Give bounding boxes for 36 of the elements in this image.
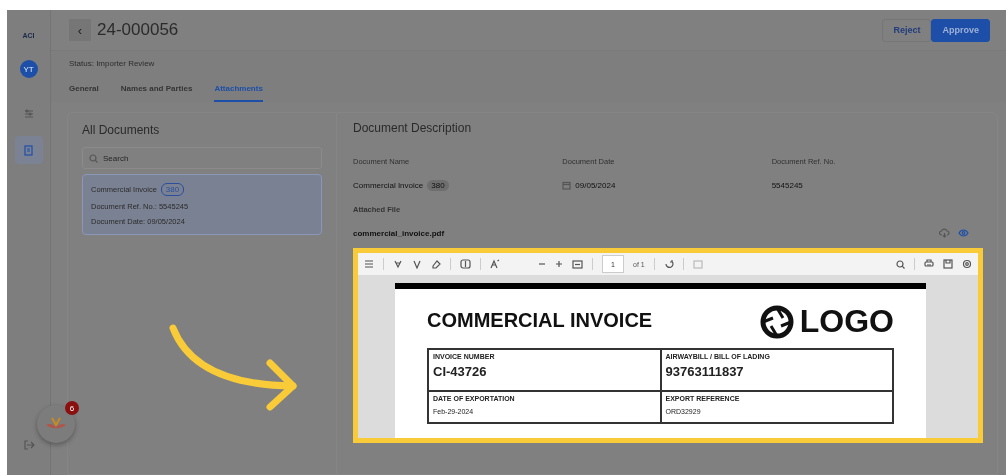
aperture-logo-icon (759, 304, 794, 339)
document-icon (24, 144, 33, 156)
logo-text: LOGO (799, 303, 894, 340)
calendar-icon (562, 181, 572, 190)
search-icon[interactable] (896, 259, 905, 269)
cell-value: 93763111837 (665, 364, 745, 379)
print-icon[interactable] (924, 259, 934, 269)
tab[interactable]: General (69, 78, 99, 102)
back-button[interactable]: ‹ (69, 19, 91, 41)
cell-value: CI-43726 (433, 364, 488, 379)
tab[interactable]: Names and Parties (120, 78, 193, 102)
approve-button[interactable]: Approve (931, 18, 990, 42)
tab[interactable]: Attachments (214, 78, 263, 102)
text-box-icon[interactable] (460, 259, 471, 269)
reject-button[interactable]: Reject (882, 18, 932, 42)
read-aloud-icon[interactable] (490, 259, 500, 269)
code-badge: 380 (427, 180, 449, 191)
search-field[interactable]: Search (82, 147, 322, 169)
page-title: 24-000056 (97, 20, 180, 40)
settings-icon[interactable] (962, 259, 972, 269)
notification-badge: 6 (65, 401, 79, 415)
rotate-icon[interactable] (663, 259, 674, 269)
file-name: commercial_invoice.pdf (353, 228, 445, 238)
sliders-icon (23, 109, 34, 119)
eraser-icon[interactable] (431, 259, 441, 269)
panel-title: All Documents (82, 123, 161, 137)
search-icon (89, 154, 98, 163)
save-icon[interactable] (943, 259, 953, 269)
status-text: Status: Importer Review (69, 58, 156, 70)
zoom-out-icon[interactable] (538, 260, 546, 268)
zoom-in-icon[interactable] (555, 260, 563, 268)
user-avatar[interactable]: YT (19, 60, 38, 78)
fit-page-icon[interactable] (572, 259, 583, 269)
section-title: Document Description (353, 121, 473, 135)
invoice-title: COMMERCIAL INVOICE (427, 309, 653, 332)
code-badge: 380 (160, 183, 185, 196)
